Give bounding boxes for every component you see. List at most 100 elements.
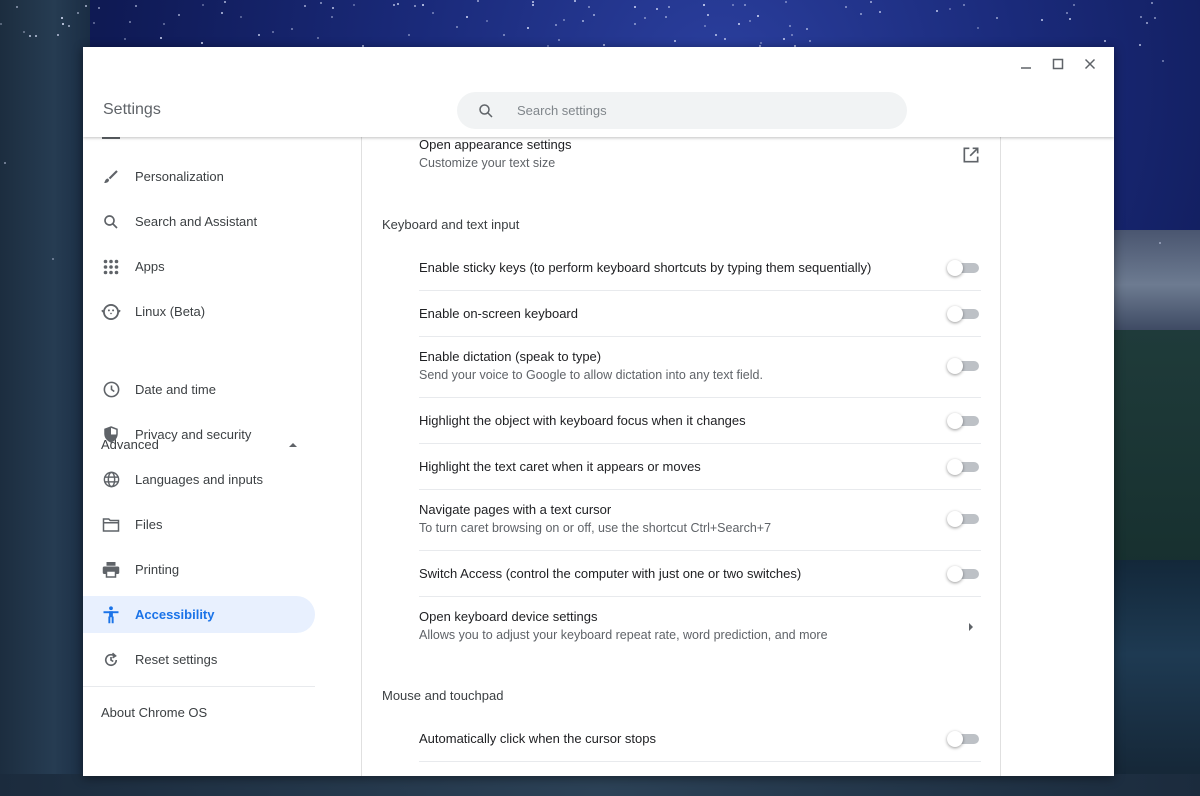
- sidebar-item-accessibility[interactable]: Accessibility: [83, 596, 315, 633]
- row-text: Highlight the text caret when it appears…: [419, 457, 701, 476]
- toggle-knob: [947, 566, 963, 582]
- globe-icon: [101, 470, 121, 490]
- on-screen-keyboard-row: Enable on-screen keyboard: [419, 291, 981, 336]
- auto-click-toggle[interactable]: [947, 731, 981, 747]
- sidebar-item-languages-and-inputs[interactable]: Languages and inputs: [83, 461, 315, 498]
- star: [291, 28, 294, 31]
- sidebar-item-label: Linux (Beta): [135, 304, 206, 319]
- toggle-knob: [947, 358, 963, 374]
- sidebar-item-date-and-time[interactable]: Date and time: [83, 371, 315, 408]
- star: [128, 20, 131, 23]
- star: [200, 42, 203, 45]
- star: [602, 44, 605, 47]
- sidebar-item-printing[interactable]: Printing: [83, 551, 315, 588]
- apps-grid-icon: [101, 257, 121, 277]
- star: [782, 37, 785, 40]
- star: [788, 24, 791, 27]
- star: [588, 5, 591, 8]
- toggle-knob: [947, 731, 963, 747]
- star: [396, 3, 399, 6]
- caret-browsing-toggle[interactable]: [947, 511, 981, 527]
- minimize-button[interactable]: [1014, 53, 1038, 75]
- star: [160, 37, 163, 40]
- star: [135, 5, 138, 8]
- sidebar: Personalization Search and Assistant App…: [83, 137, 362, 776]
- sidebar-item-personalization[interactable]: Personalization: [83, 158, 315, 195]
- sticky-keys-toggle[interactable]: [947, 260, 981, 276]
- star: [592, 13, 595, 16]
- highlight-focus-toggle[interactable]: [947, 413, 981, 429]
- close-button[interactable]: [1078, 53, 1102, 75]
- sidebar-item-linux[interactable]: Linux (Beta): [83, 293, 315, 330]
- row-text: Open keyboard device settings Allows you…: [419, 607, 828, 645]
- star: [845, 6, 848, 9]
- star: [320, 1, 323, 4]
- sidebar-item-reset-settings[interactable]: Reset settings: [83, 641, 315, 678]
- sidebar-item-search-and-assistant[interactable]: Search and Assistant: [83, 203, 315, 240]
- star: [316, 37, 319, 40]
- switch-access-row: Switch Access (control the computer with…: [419, 551, 981, 596]
- star: [581, 20, 584, 23]
- keyboard-device-settings-row[interactable]: Open keyboard device settings Allows you…: [419, 597, 981, 657]
- maximize-button[interactable]: [1046, 53, 1070, 75]
- star: [98, 7, 101, 10]
- sidebar-item-label: Files: [135, 517, 163, 532]
- main-content: Open appearance settings Customize your …: [363, 137, 1001, 776]
- switch-access-toggle[interactable]: [947, 566, 981, 582]
- sidebar-item-files[interactable]: Files: [83, 506, 315, 543]
- star: [220, 11, 223, 14]
- wallpaper-ground: [0, 774, 1200, 796]
- keyboard-section-title: Keyboard and text input: [382, 217, 520, 232]
- arrow-right-icon[interactable]: [967, 622, 975, 632]
- star: [223, 1, 226, 4]
- row-title: Enable dictation (speak to type): [419, 349, 602, 364]
- sidebar-item-label: Privacy and security: [135, 427, 252, 442]
- auto-click-row: Automatically click when the cursor stop…: [419, 716, 981, 761]
- star: [665, 16, 668, 19]
- search-input[interactable]: [517, 103, 877, 118]
- row-title: Open appearance settings: [419, 137, 572, 152]
- star: [667, 6, 670, 9]
- row-text: Highlight the object with keyboard focus…: [419, 411, 746, 430]
- app-title: Settings: [103, 101, 161, 118]
- sidebar-item-privacy-and-security[interactable]: Privacy and security: [83, 416, 315, 453]
- star: [555, 24, 558, 27]
- about-chrome-os-link[interactable]: About Chrome OS: [101, 705, 207, 720]
- sidebar-divider: [83, 686, 315, 687]
- sidebar-item-label: Languages and inputs: [135, 472, 263, 487]
- star: [407, 34, 410, 37]
- penguin-icon: [101, 302, 121, 322]
- wallpaper-mountain: [1110, 230, 1200, 340]
- open-in-new-icon[interactable]: [961, 145, 981, 165]
- star: [531, 0, 534, 3]
- row-text: Automatically click when the cursor stop…: [419, 729, 656, 748]
- sidebar-item-label: Personalization: [135, 169, 224, 184]
- star: [51, 257, 54, 260]
- star: [84, 4, 87, 7]
- star: [331, 6, 334, 9]
- star: [1040, 19, 1043, 22]
- sidebar-scroll-indicator: [102, 137, 120, 139]
- dictation-toggle[interactable]: [947, 358, 981, 374]
- star: [456, 25, 459, 28]
- on-screen-keyboard-toggle[interactable]: [947, 306, 981, 322]
- row-subtitle: Send your voice to Google to allow dicta…: [419, 368, 763, 382]
- star: [1072, 4, 1075, 7]
- appearance-settings-row[interactable]: Open appearance settings Customize your …: [419, 137, 981, 181]
- minimize-icon: [1021, 67, 1031, 69]
- star: [1104, 39, 1107, 42]
- star: [756, 14, 759, 17]
- star: [633, 23, 636, 26]
- star: [869, 1, 872, 4]
- star: [1139, 44, 1142, 47]
- row-title: Highlight the object with keyboard focus…: [419, 413, 746, 428]
- star: [1161, 59, 1164, 62]
- row-text: Enable dictation (speak to type) Send yo…: [419, 347, 763, 385]
- header: Settings: [83, 47, 1114, 137]
- highlight-caret-toggle[interactable]: [947, 459, 981, 475]
- sidebar-item-apps[interactable]: Apps: [83, 248, 315, 285]
- search-bar[interactable]: [457, 92, 907, 129]
- star: [557, 39, 560, 42]
- sidebar-item-label: Printing: [135, 562, 180, 577]
- row-text: Enable on-screen keyboard: [419, 304, 578, 323]
